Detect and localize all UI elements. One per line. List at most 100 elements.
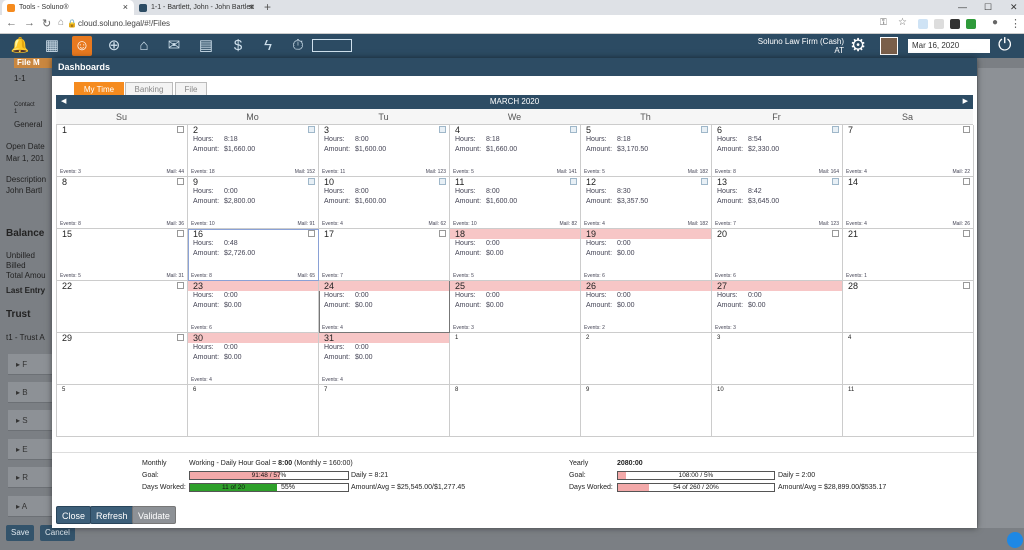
collapsed-row[interactable]: ▸ B xyxy=(8,382,52,403)
calendar-day-cell[interactable]: 20 Events: 6 xyxy=(712,229,843,281)
calendar-day-cell[interactable]: 1 xyxy=(450,333,581,385)
close-tab-icon[interactable]: × xyxy=(123,0,128,15)
calendar-day-cell[interactable]: 3 Hours: 8:00 Amount: $1,600.00 Events: 11 Mai… xyxy=(319,125,450,177)
calendar-day-cell[interactable]: 27 Hours: 0:00 Amount: $0.00 Events: 3 xyxy=(712,281,843,333)
calendar-day-cell[interactable]: 9 Hours: 0:00 Amount: $2,800.00 Events: 10 Mai… xyxy=(188,177,319,229)
day-checkbox[interactable] xyxy=(177,334,184,341)
calendar-day-cell[interactable]: 30 Hours: 0:00 Amount: $0.00 Events: 4 xyxy=(188,333,319,385)
avatar[interactable] xyxy=(880,37,898,55)
collapsed-row[interactable]: ▸ S xyxy=(8,410,52,431)
day-checkbox[interactable] xyxy=(308,178,315,185)
calendar-day-cell[interactable]: 5 xyxy=(57,385,188,437)
calendar-day-cell[interactable]: 14 Events: 4 Mail: 26 xyxy=(843,177,974,229)
minimize-icon[interactable]: — xyxy=(958,0,967,15)
day-checkbox[interactable] xyxy=(177,178,184,185)
close-tab-icon[interactable]: × xyxy=(249,0,254,15)
day-checkbox[interactable] xyxy=(963,282,970,289)
day-checkbox[interactable] xyxy=(832,126,839,133)
lightning-icon[interactable]: ϟ xyxy=(258,36,278,56)
tab-banking[interactable]: Banking xyxy=(125,82,173,96)
add-icon[interactable]: ⊕ xyxy=(104,36,124,56)
next-month-icon[interactable]: ▶ xyxy=(963,95,968,109)
day-checkbox[interactable] xyxy=(963,178,970,185)
collapsed-row[interactable]: ▸ R xyxy=(8,467,52,488)
collapsed-row[interactable]: ▸ A xyxy=(8,496,52,517)
day-checkbox[interactable] xyxy=(701,178,708,185)
calendar-day-cell[interactable]: 15 Events: 5 Mail: 31 xyxy=(57,229,188,281)
day-checkbox[interactable] xyxy=(570,126,577,133)
collapsed-row[interactable]: ▸ F xyxy=(8,354,52,375)
calendar-day-cell[interactable]: 11 xyxy=(843,385,974,437)
calendar-day-cell[interactable]: 9 xyxy=(581,385,712,437)
extension-icon[interactable] xyxy=(934,19,944,29)
calendar-day-cell[interactable]: 8 Events: 8 Mail: 36 xyxy=(57,177,188,229)
calendar-day-cell[interactable]: 4 xyxy=(843,333,974,385)
day-checkbox[interactable] xyxy=(177,282,184,289)
calendar-day-cell[interactable]: 2 xyxy=(581,333,712,385)
calendar-day-cell[interactable]: 25 Hours: 0:00 Amount: $0.00 Events: 3 xyxy=(450,281,581,333)
back-icon[interactable]: ← xyxy=(6,17,17,29)
profile-icon[interactable]: ● xyxy=(992,17,998,28)
day-checkbox[interactable] xyxy=(439,126,446,133)
reload-icon[interactable]: ↻ xyxy=(42,17,51,30)
close-button[interactable]: Close xyxy=(56,506,92,524)
calendar-day-cell[interactable]: 2 Hours: 8:18 Amount: $1,660.00 Events: 18 Mai… xyxy=(188,125,319,177)
browser-tab[interactable]: Tools - Soluno® × xyxy=(2,0,134,15)
tab-my-time[interactable]: My Time xyxy=(74,82,124,96)
calendar-day-cell[interactable]: 12 Hours: 8:30 Amount: $3,357.50 Events: 4 Mai… xyxy=(581,177,712,229)
date-field[interactable]: Mar 16, 2020 xyxy=(908,39,990,53)
bell-icon[interactable]: 🔔 xyxy=(10,36,30,56)
save-button[interactable]: Save xyxy=(6,525,35,541)
calendar-day-cell[interactable]: 10 xyxy=(712,385,843,437)
calendar-day-cell[interactable]: 31 Hours: 0:00 Amount: $0.00 Events: 4 xyxy=(319,333,450,385)
billing-icon[interactable]: $ xyxy=(228,36,248,56)
extension-icon[interactable] xyxy=(950,19,960,29)
day-checkbox[interactable] xyxy=(308,126,315,133)
calendar-day-cell[interactable]: 7 Events: 4 Mail: 22 xyxy=(843,125,974,177)
day-checkbox[interactable] xyxy=(570,178,577,185)
day-checkbox[interactable] xyxy=(963,230,970,237)
calendar-day-cell[interactable]: 13 Hours: 8:42 Amount: $3,645.00 Events: 7 Mai… xyxy=(712,177,843,229)
day-checkbox[interactable] xyxy=(832,230,839,237)
bank-icon[interactable]: ⌂ xyxy=(134,36,154,56)
mail-icon[interactable]: ✉ xyxy=(164,36,184,56)
calendar-day-cell[interactable]: 8 xyxy=(450,385,581,437)
calendar-day-cell[interactable]: 5 Hours: 8:18 Amount: $3,170.50 Events: 5 Mail… xyxy=(581,125,712,177)
calendar-day-cell[interactable]: 24 Hours: 0:00 Amount: $0.00 Events: 4 xyxy=(319,281,450,333)
url-field[interactable]: 🔒 cloud.soluno.legal/#!/Files xyxy=(64,17,824,31)
day-checkbox[interactable] xyxy=(963,126,970,133)
day-checkbox[interactable] xyxy=(701,126,708,133)
calendar-day-cell[interactable]: 29 xyxy=(57,333,188,385)
day-checkbox[interactable] xyxy=(177,126,184,133)
timer-icon[interactable]: ⏱ xyxy=(288,36,308,56)
cloud-extension-icon[interactable] xyxy=(918,19,928,29)
day-checkbox[interactable] xyxy=(439,230,446,237)
calendar-day-cell[interactable]: 1 Events: 3 Mail: 44 xyxy=(57,125,188,177)
prev-month-icon[interactable]: ◀ xyxy=(61,95,66,109)
key-icon[interactable]: ⚿ xyxy=(880,17,887,28)
collapsed-row[interactable]: ▸ E xyxy=(8,439,52,460)
calendar-day-cell[interactable]: 28 xyxy=(843,281,974,333)
menu-icon[interactable]: ⋮ xyxy=(1010,17,1021,30)
validate-button[interactable]: Validate xyxy=(132,506,176,524)
day-checkbox[interactable] xyxy=(832,178,839,185)
dashboard-icon[interactable]: ▦ xyxy=(42,36,62,56)
calendar-day-cell[interactable]: 4 Hours: 8:18 Amount: $1,660.00 Events: 5 Mail… xyxy=(450,125,581,177)
power-icon[interactable]: ⏻ xyxy=(998,35,1011,55)
calendar-day-cell[interactable]: 23 Hours: 0:00 Amount: $0.00 Events: 6 xyxy=(188,281,319,333)
day-checkbox[interactable] xyxy=(177,230,184,237)
calendar-day-cell[interactable]: 18 Hours: 0:00 Amount: $0.00 Events: 5 xyxy=(450,229,581,281)
calendar-day-cell[interactable]: 19 Hours: 0:00 Amount: $0.00 Events: 6 xyxy=(581,229,712,281)
contacts-icon[interactable]: ☺ xyxy=(72,36,92,56)
calendar-day-cell[interactable]: 11 Hours: 8:00 Amount: $1,600.00 Events: 10 Ma… xyxy=(450,177,581,229)
extension-icon[interactable] xyxy=(966,19,976,29)
calendar-day-cell[interactable]: 17 Events: 7 xyxy=(319,229,450,281)
calendar-day-cell[interactable]: 3 xyxy=(712,333,843,385)
documents-icon[interactable]: ▤ xyxy=(196,36,216,56)
calendar-day-cell[interactable]: 6 Hours: 8:54 Amount: $2,330.00 Events: 8 Mail… xyxy=(712,125,843,177)
new-tab-icon[interactable]: + xyxy=(264,0,271,14)
day-checkbox[interactable] xyxy=(308,230,315,237)
calendar-day-cell[interactable]: 7 xyxy=(319,385,450,437)
refresh-button[interactable]: Refresh xyxy=(90,506,134,524)
star-icon[interactable]: ☆ xyxy=(898,17,907,28)
